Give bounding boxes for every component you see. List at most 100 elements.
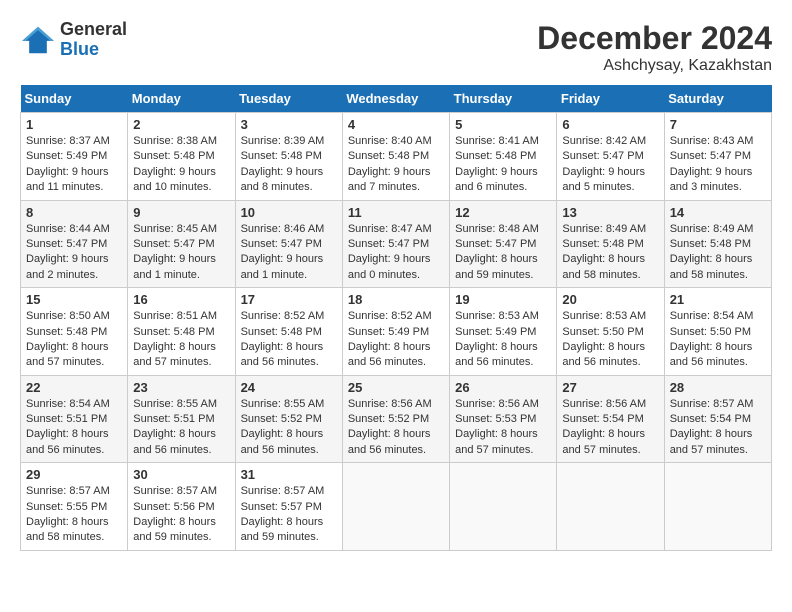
daylight-label: Daylight: 8 hours and 56 minutes. [562, 341, 645, 368]
daylight-label: Daylight: 8 hours and 56 minutes. [26, 428, 109, 455]
daylight-label: Daylight: 8 hours and 59 minutes. [455, 253, 538, 280]
daylight-label: Daylight: 8 hours and 59 minutes. [133, 516, 216, 543]
sunset-label: Sunset: 5:48 PM [133, 326, 214, 338]
location: Ashchysay, Kazakhstan [537, 57, 772, 75]
daylight-label: Daylight: 8 hours and 58 minutes. [670, 253, 753, 280]
header: General Blue December 2024 Ashchysay, Ka… [20, 20, 772, 75]
sunrise-label: Sunrise: 8:49 AM [670, 223, 754, 235]
logo-line2: Blue [60, 40, 127, 60]
calendar-cell: 10 Sunrise: 8:46 AM Sunset: 5:47 PM Dayl… [235, 200, 342, 288]
daylight-label: Daylight: 9 hours and 0 minutes. [348, 253, 431, 280]
day-info: Sunrise: 8:56 AM Sunset: 5:52 PM Dayligh… [348, 397, 444, 459]
calendar-cell: 17 Sunrise: 8:52 AM Sunset: 5:48 PM Dayl… [235, 288, 342, 376]
sunset-label: Sunset: 5:48 PM [241, 150, 322, 162]
sunrise-label: Sunrise: 8:50 AM [26, 310, 110, 322]
calendar-week-row: 1 Sunrise: 8:37 AM Sunset: 5:49 PM Dayli… [21, 113, 772, 201]
day-info: Sunrise: 8:42 AM Sunset: 5:47 PM Dayligh… [562, 134, 658, 196]
day-of-week-header: Wednesday [342, 85, 449, 113]
title-block: December 2024 Ashchysay, Kazakhstan [537, 20, 772, 75]
sunrise-label: Sunrise: 8:57 AM [26, 485, 110, 497]
day-number: 13 [562, 205, 658, 220]
calendar-cell: 13 Sunrise: 8:49 AM Sunset: 5:48 PM Dayl… [557, 200, 664, 288]
day-number: 11 [348, 205, 444, 220]
calendar-cell [664, 463, 771, 551]
day-number: 10 [241, 205, 337, 220]
day-info: Sunrise: 8:55 AM Sunset: 5:51 PM Dayligh… [133, 397, 229, 459]
sunrise-label: Sunrise: 8:53 AM [562, 310, 646, 322]
day-of-week-header: Thursday [450, 85, 557, 113]
daylight-label: Daylight: 8 hours and 56 minutes. [348, 341, 431, 368]
sunrise-label: Sunrise: 8:55 AM [241, 398, 325, 410]
sunrise-label: Sunrise: 8:48 AM [455, 223, 539, 235]
day-info: Sunrise: 8:56 AM Sunset: 5:54 PM Dayligh… [562, 397, 658, 459]
sunset-label: Sunset: 5:49 PM [26, 150, 107, 162]
daylight-label: Daylight: 9 hours and 7 minutes. [348, 166, 431, 193]
calendar-cell: 11 Sunrise: 8:47 AM Sunset: 5:47 PM Dayl… [342, 200, 449, 288]
sunset-label: Sunset: 5:48 PM [241, 326, 322, 338]
day-info: Sunrise: 8:49 AM Sunset: 5:48 PM Dayligh… [562, 222, 658, 284]
daylight-label: Daylight: 8 hours and 56 minutes. [241, 341, 324, 368]
sunset-label: Sunset: 5:50 PM [562, 326, 643, 338]
day-info: Sunrise: 8:54 AM Sunset: 5:51 PM Dayligh… [26, 397, 122, 459]
calendar-cell: 14 Sunrise: 8:49 AM Sunset: 5:48 PM Dayl… [664, 200, 771, 288]
day-info: Sunrise: 8:54 AM Sunset: 5:50 PM Dayligh… [670, 309, 766, 371]
day-info: Sunrise: 8:55 AM Sunset: 5:52 PM Dayligh… [241, 397, 337, 459]
day-info: Sunrise: 8:43 AM Sunset: 5:47 PM Dayligh… [670, 134, 766, 196]
day-of-week-header: Saturday [664, 85, 771, 113]
daylight-label: Daylight: 8 hours and 57 minutes. [670, 428, 753, 455]
sunset-label: Sunset: 5:54 PM [562, 413, 643, 425]
day-number: 22 [26, 380, 122, 395]
sunrise-label: Sunrise: 8:57 AM [670, 398, 754, 410]
day-info: Sunrise: 8:37 AM Sunset: 5:49 PM Dayligh… [26, 134, 122, 196]
daylight-label: Daylight: 9 hours and 1 minute. [241, 253, 324, 280]
calendar-cell: 28 Sunrise: 8:57 AM Sunset: 5:54 PM Dayl… [664, 375, 771, 463]
daylight-label: Daylight: 9 hours and 8 minutes. [241, 166, 324, 193]
day-number: 18 [348, 292, 444, 307]
sunrise-label: Sunrise: 8:55 AM [133, 398, 217, 410]
day-number: 12 [455, 205, 551, 220]
day-info: Sunrise: 8:41 AM Sunset: 5:48 PM Dayligh… [455, 134, 551, 196]
sunset-label: Sunset: 5:48 PM [26, 326, 107, 338]
calendar-table: SundayMondayTuesdayWednesdayThursdayFrid… [20, 85, 772, 551]
sunrise-label: Sunrise: 8:39 AM [241, 135, 325, 147]
day-number: 17 [241, 292, 337, 307]
day-number: 28 [670, 380, 766, 395]
day-info: Sunrise: 8:53 AM Sunset: 5:49 PM Dayligh… [455, 309, 551, 371]
sunset-label: Sunset: 5:47 PM [455, 238, 536, 250]
daylight-label: Daylight: 8 hours and 57 minutes. [26, 341, 109, 368]
sunset-label: Sunset: 5:48 PM [670, 238, 751, 250]
day-number: 6 [562, 117, 658, 132]
day-number: 30 [133, 467, 229, 482]
calendar-cell [450, 463, 557, 551]
daylight-label: Daylight: 8 hours and 56 minutes. [133, 428, 216, 455]
daylight-label: Daylight: 8 hours and 59 minutes. [241, 516, 324, 543]
calendar-cell: 23 Sunrise: 8:55 AM Sunset: 5:51 PM Dayl… [128, 375, 235, 463]
daylight-label: Daylight: 9 hours and 6 minutes. [455, 166, 538, 193]
day-info: Sunrise: 8:44 AM Sunset: 5:47 PM Dayligh… [26, 222, 122, 284]
sunset-label: Sunset: 5:52 PM [348, 413, 429, 425]
calendar-cell: 15 Sunrise: 8:50 AM Sunset: 5:48 PM Dayl… [21, 288, 128, 376]
sunset-label: Sunset: 5:47 PM [670, 150, 751, 162]
day-number: 16 [133, 292, 229, 307]
sunrise-label: Sunrise: 8:56 AM [455, 398, 539, 410]
sunset-label: Sunset: 5:51 PM [26, 413, 107, 425]
calendar-cell: 1 Sunrise: 8:37 AM Sunset: 5:49 PM Dayli… [21, 113, 128, 201]
sunrise-label: Sunrise: 8:49 AM [562, 223, 646, 235]
calendar-cell [342, 463, 449, 551]
sunset-label: Sunset: 5:49 PM [348, 326, 429, 338]
calendar-cell: 3 Sunrise: 8:39 AM Sunset: 5:48 PM Dayli… [235, 113, 342, 201]
day-info: Sunrise: 8:49 AM Sunset: 5:48 PM Dayligh… [670, 222, 766, 284]
daylight-label: Daylight: 8 hours and 57 minutes. [455, 428, 538, 455]
day-number: 20 [562, 292, 658, 307]
calendar-cell: 6 Sunrise: 8:42 AM Sunset: 5:47 PM Dayli… [557, 113, 664, 201]
sunset-label: Sunset: 5:49 PM [455, 326, 536, 338]
sunset-label: Sunset: 5:48 PM [455, 150, 536, 162]
sunrise-label: Sunrise: 8:56 AM [562, 398, 646, 410]
sunset-label: Sunset: 5:53 PM [455, 413, 536, 425]
day-info: Sunrise: 8:57 AM Sunset: 5:57 PM Dayligh… [241, 484, 337, 546]
day-of-week-header: Monday [128, 85, 235, 113]
day-of-week-header: Tuesday [235, 85, 342, 113]
sunset-label: Sunset: 5:48 PM [562, 238, 643, 250]
daylight-label: Daylight: 8 hours and 56 minutes. [670, 341, 753, 368]
logo-line1: General [60, 20, 127, 40]
